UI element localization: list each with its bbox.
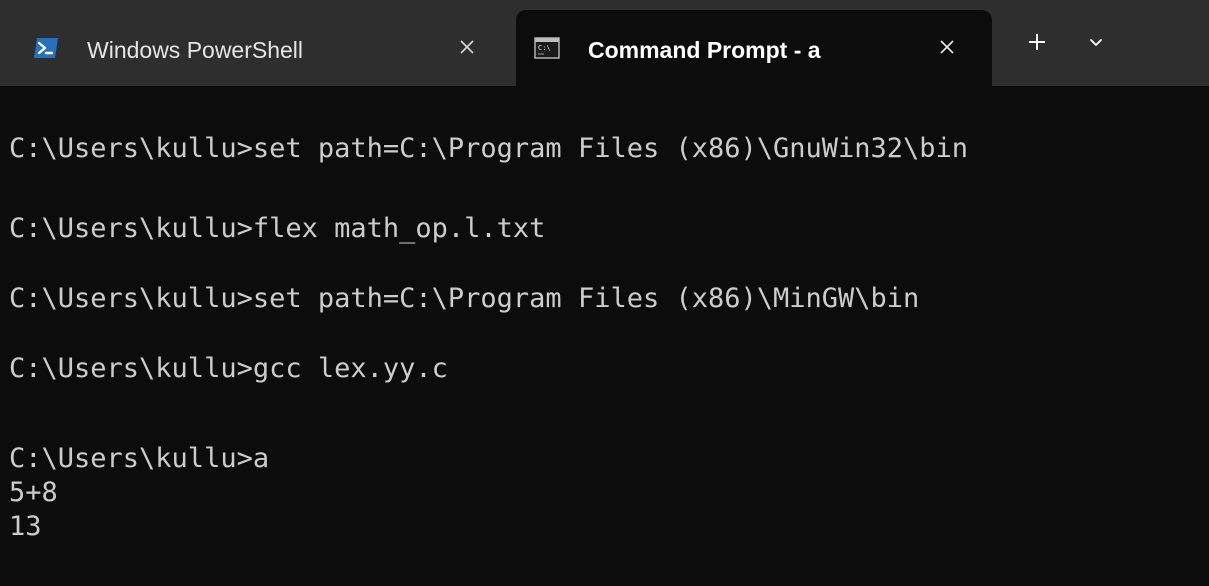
terminal-line: C:\Users\kullu>flex math_op.l.txt [9, 213, 546, 244]
terminal-line: C:\Users\kullu>set path=C:\Program Files… [9, 283, 920, 314]
chevron-down-icon [1087, 33, 1105, 51]
close-icon[interactable] [450, 30, 484, 64]
plus-icon [1026, 31, 1048, 53]
tab-command-prompt[interactable]: C:\ Command Prompt - a [516, 10, 992, 86]
tab-windows-powershell[interactable]: Windows PowerShell [14, 10, 512, 86]
tab-title: Command Prompt - a [588, 37, 821, 63]
terminal-line: 13 [9, 511, 42, 542]
svg-text:C:\: C:\ [538, 44, 551, 52]
terminal-window: Windows PowerShell C:\ Command Prompt - … [0, 0, 1209, 586]
powershell-icon [33, 37, 59, 59]
terminal-line: C:\Users\kullu>gcc lex.yy.c [9, 353, 448, 384]
terminal-line: C:\Users\kullu>set path=C:\Program Files… [9, 133, 969, 164]
command-prompt-icon: C:\ [534, 37, 560, 59]
close-icon[interactable] [930, 30, 964, 64]
tab-bar: Windows PowerShell C:\ Command Prompt - … [0, 0, 1209, 86]
new-tab-button[interactable] [1015, 22, 1059, 62]
tab-title: Windows PowerShell [87, 37, 304, 63]
tab-dropdown-button[interactable] [1074, 22, 1118, 62]
terminal-output[interactable]: C:\Users\kullu>set path=C:\Program Files… [0, 86, 1209, 586]
terminal-line: C:\Users\kullu>a [9, 443, 270, 474]
terminal-line: 5+8 [9, 477, 58, 508]
